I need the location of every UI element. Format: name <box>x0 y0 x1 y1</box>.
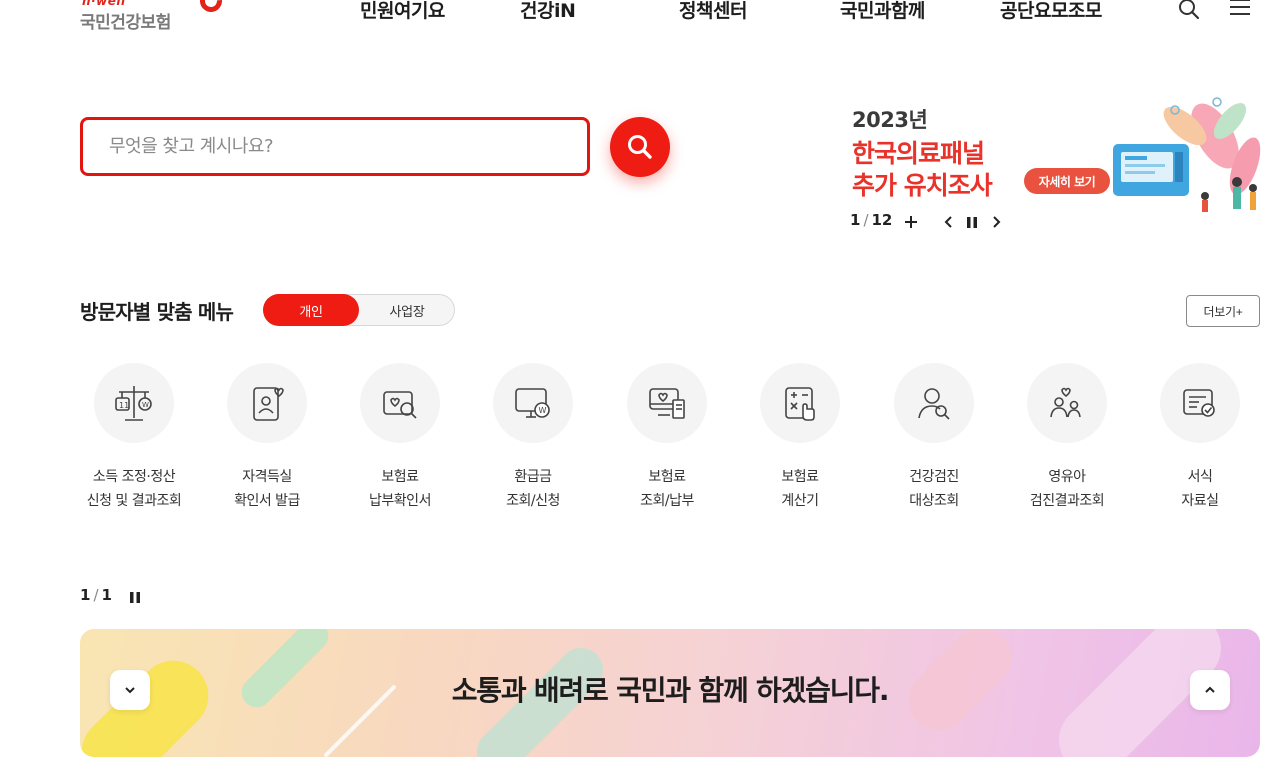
plus-icon[interactable] <box>900 211 922 233</box>
menu-label: 서식 자료실 <box>1181 469 1219 509</box>
person-search-icon <box>918 388 950 420</box>
calculator-icon <box>785 387 815 421</box>
document-search-icon <box>383 391 417 419</box>
menu-label: 보험료 조회/납부 <box>640 469 694 509</box>
form-document-icon <box>1183 389 1215 417</box>
svg-text:W: W <box>539 406 547 415</box>
menu-circle <box>627 363 707 443</box>
logo-name: 국민건강보험 <box>80 13 171 33</box>
nav-item-policy-center[interactable]: 정책센터 <box>679 0 747 23</box>
menu-item-payment-confirmation[interactable]: 보험료 납부확인서 <box>333 363 467 513</box>
logo-mark-icon <box>195 0 227 17</box>
menu-label: 건강검진 대상조회 <box>909 469 959 509</box>
menu-item-infant-checkup[interactable]: 영유아 검진결과조회 <box>1000 363 1134 513</box>
nav-item-health-in[interactable]: 건강iN <box>520 0 576 23</box>
menu-item-checkup-target[interactable]: 건강검진 대상조회 <box>867 363 1001 513</box>
menu-pager: 1/1 <box>80 586 112 604</box>
banner-title-line1: 한국의료패널 <box>852 139 985 168</box>
menu-item-premium-payment[interactable]: 보험료 조회/납부 <box>600 363 734 513</box>
visitor-type-toggle: 개인 사업장 <box>263 294 455 326</box>
menu-circle <box>1160 363 1240 443</box>
search-icon[interactable] <box>1177 0 1203 24</box>
search-box <box>80 117 590 176</box>
menu-circle: W <box>493 363 573 443</box>
pause-icon[interactable] <box>124 586 146 608</box>
banner-total-pages: 12 <box>871 211 893 229</box>
more-button[interactable]: 더보기+ <box>1186 295 1260 327</box>
menu-item-refund[interactable]: W 환급금 조회/신청 <box>466 363 600 513</box>
scale-icon: 11 W <box>115 386 152 421</box>
logo[interactable]: h·well 국민건강보험 <box>80 0 230 34</box>
menu-icon[interactable] <box>1228 0 1254 24</box>
menu-circle <box>894 363 974 443</box>
search-input[interactable] <box>109 120 569 173</box>
menu-item-qualification-certificate[interactable]: 자격득실 확인서 발급 <box>200 363 334 513</box>
banner-detail-button[interactable]: 자세히 보기 <box>1024 168 1110 194</box>
pause-icon[interactable] <box>961 211 983 233</box>
person-certificate-icon <box>253 387 284 421</box>
menu-label: 보험료 계산기 <box>781 469 819 509</box>
banner-year: 2023년 <box>852 108 928 132</box>
menu-item-premium-calculator[interactable]: 보험료 계산기 <box>733 363 867 513</box>
slogan-banner: 소통과 배려로 국민과 함께 하겠습니다. <box>80 629 1260 757</box>
family-icon <box>1050 387 1081 418</box>
nav-item-about[interactable]: 공단요모조모 <box>1000 0 1102 23</box>
chevron-down-icon[interactable] <box>110 670 150 710</box>
menu-circle <box>360 363 440 443</box>
menu-item-forms-library[interactable]: 서식 자료실 <box>1133 363 1267 513</box>
svg-text:W: W <box>142 401 149 409</box>
menu-label: 영유아 검진결과조회 <box>1029 469 1105 509</box>
menu-label: 소득 조정·정산 신청 및 결과조회 <box>86 469 182 509</box>
nav-item-with-people[interactable]: 국민과함께 <box>840 0 925 23</box>
menu-circle <box>227 363 307 443</box>
menu-total-pages: 1 <box>101 586 112 604</box>
menu-label: 자격득실 확인서 발급 <box>234 469 300 509</box>
monitor-refund-icon: W <box>515 388 550 418</box>
banner-current-page: 1 <box>850 211 861 229</box>
menu-circle: 11 W <box>94 363 174 443</box>
search-button-icon <box>628 135 652 159</box>
chevron-up-icon[interactable] <box>1190 670 1230 710</box>
menu-label: 보험료 납부확인서 <box>369 469 431 509</box>
monitor-payment-icon <box>649 388 685 419</box>
chevron-right-icon[interactable] <box>985 211 1007 233</box>
chevron-left-icon[interactable] <box>938 211 960 233</box>
menu-circle <box>760 363 840 443</box>
nav-item-civil-service[interactable]: 민원여기요 <box>360 0 445 23</box>
search-button[interactable] <box>610 117 670 177</box>
menu-circle <box>1027 363 1107 443</box>
toggle-individual[interactable]: 개인 <box>263 294 359 326</box>
promo-banner[interactable]: 2023년 한국의료패널 추가 유치조사 자세히 보기 <box>850 96 1270 216</box>
menu-label: 환급금 조회/신청 <box>506 469 560 509</box>
menu-item-income-adjustment[interactable]: 11 W 소득 조정·정산 신청 및 결과조회 <box>67 363 201 513</box>
banner-title-line2: 추가 유치조사 <box>852 171 993 200</box>
slogan-text: 소통과 배려로 국민과 함께 하겠습니다. <box>451 674 890 707</box>
svg-text:11: 11 <box>119 401 129 410</box>
logo-tagline: h·well <box>82 0 126 8</box>
section-title: 방문자별 맞춤 메뉴 <box>80 300 234 324</box>
toggle-business[interactable]: 사업장 <box>359 294 455 326</box>
menu-current-page: 1 <box>80 586 91 604</box>
banner-illustration <box>1113 97 1261 212</box>
banner-pager: 1/12 <box>850 211 893 229</box>
